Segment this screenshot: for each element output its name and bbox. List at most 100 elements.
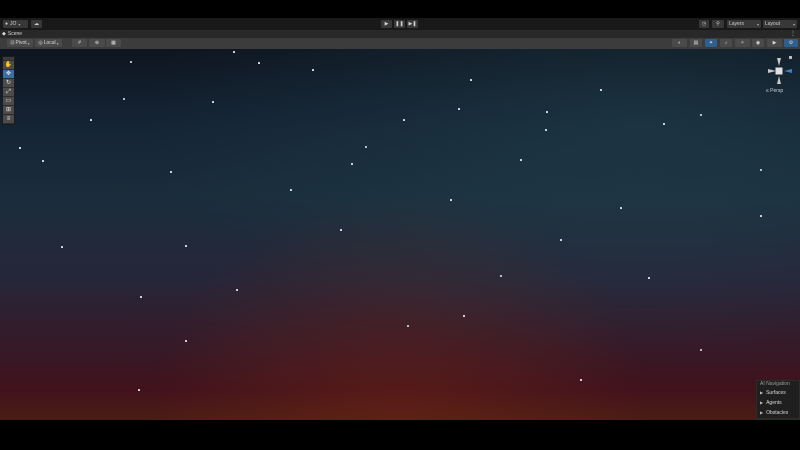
play-icon: ▶	[384, 21, 389, 27]
search-button[interactable]: ⚲	[712, 20, 724, 28]
chevron-down-icon: ▾	[18, 21, 21, 27]
local-dropdown[interactable]: ◎ Local ▾	[35, 39, 62, 47]
eye-icon: ◉	[755, 40, 761, 46]
star	[520, 159, 522, 161]
increment-snap-button[interactable]: ▦	[106, 39, 121, 47]
projection-label[interactable]: ≤ Persp	[766, 88, 783, 94]
gizmo-y-axis[interactable]	[777, 58, 781, 66]
cloud-icon: ☁	[34, 21, 39, 27]
star	[312, 69, 314, 71]
star	[546, 111, 548, 113]
layers-dropdown[interactable]: Layers ▾	[727, 20, 761, 28]
star	[340, 229, 342, 231]
ai-navigation-item-label: Obstacles	[766, 410, 789, 416]
effects-dropdown[interactable]: ✧	[735, 39, 750, 47]
scene-icon: ◆	[2, 31, 6, 37]
rotate-tool[interactable]: ↻	[3, 79, 14, 87]
account-dropdown[interactable]: ● JO ▾	[3, 20, 28, 28]
step-icon: ▶❚	[408, 21, 417, 27]
ai-navigation-title[interactable]: AI Navigation	[757, 381, 799, 388]
palette-grip[interactable]	[3, 57, 14, 60]
star	[620, 207, 622, 209]
star	[130, 61, 132, 63]
move-icon: ✥	[5, 71, 12, 77]
tab-scene[interactable]: ◆ Scene	[2, 30, 28, 38]
more-options-icon[interactable]: ⋮	[790, 30, 796, 38]
pivot-icon: ⊡	[10, 40, 15, 46]
cloud-button[interactable]: ☁	[31, 20, 42, 28]
play-button[interactable]: ▶	[381, 20, 392, 28]
star	[648, 277, 650, 279]
ai-navigation-item-label: Surfaces	[766, 390, 786, 396]
rect-tool[interactable]: ▭	[3, 97, 14, 105]
expand-arrow-icon: ▶	[760, 400, 764, 405]
history-button[interactable]: ◷	[699, 20, 709, 28]
star	[580, 379, 582, 381]
gizmo-x-axis[interactable]	[768, 69, 776, 73]
gizmo-neg-y-axis[interactable]	[777, 76, 781, 84]
2d-toggle[interactable]: ▤	[690, 39, 702, 47]
hand-tool[interactable]: ✋	[3, 61, 14, 69]
scene-toolbar: ⊡ Pivot ▾ ◎ Local ▾ # ⊕ ▦ ◐ ▤ ✦ ♪ ✧ ◉ ▶ …	[0, 38, 800, 49]
move-tool[interactable]: ✥	[3, 70, 14, 78]
ai-navigation-overlay: AI Navigation ▶ Surfaces ▶ Agents ▶ Obst…	[756, 380, 800, 419]
star	[760, 169, 762, 171]
pivot-dropdown[interactable]: ⊡ Pivot ▾	[7, 39, 33, 47]
star	[560, 239, 562, 241]
layout-label: Layout	[765, 21, 781, 27]
local-icon: ◎	[38, 40, 43, 46]
custom-tool[interactable]: ≡	[3, 115, 14, 123]
star	[290, 189, 292, 191]
star	[212, 101, 214, 103]
scene-viewport[interactable]	[0, 49, 800, 420]
gizmos-icon: ⚙	[788, 40, 794, 46]
layout-dropdown[interactable]: Layout ▾	[763, 20, 797, 28]
camera-dropdown[interactable]: ▶	[767, 39, 782, 47]
hidden-objects-toggle[interactable]: ◉	[752, 39, 764, 47]
step-button[interactable]: ▶❚	[407, 20, 418, 28]
star	[170, 171, 172, 173]
ai-navigation-item-obstacles[interactable]: ▶ Obstacles	[757, 408, 799, 418]
projection-icon: ≤	[766, 88, 769, 94]
gizmo-center[interactable]	[775, 67, 783, 75]
draw-mode-dropdown[interactable]: ◐	[672, 39, 687, 47]
audio-toggle[interactable]: ♪	[720, 39, 732, 47]
tool-palette: ✋ ✥ ↻ ⤢ ▭ ⊞ ≡	[2, 56, 15, 125]
history-icon: ◷	[701, 21, 707, 27]
star	[185, 245, 187, 247]
gizmo-lock-icon[interactable]	[789, 56, 792, 59]
ai-navigation-item-agents[interactable]: ▶ Agents	[757, 398, 799, 408]
local-label: Local	[43, 40, 56, 46]
star	[500, 275, 502, 277]
star	[258, 62, 260, 64]
gizmo-z-axis[interactable]	[784, 69, 792, 73]
scale-tool[interactable]: ⤢	[3, 88, 14, 96]
main-toolbar: ● JO ▾ ☁ ▶ ❚❚ ▶❚ ◷ ⚲ Layers ▾ Layout ▾	[0, 18, 800, 30]
expand-arrow-icon: ▶	[760, 410, 764, 415]
person-circle-icon: ●	[5, 21, 9, 27]
star	[545, 129, 547, 131]
grid-toggle[interactable]: #	[72, 39, 87, 47]
transform-tool[interactable]: ⊞	[3, 106, 14, 114]
chevron-down-icon: ▾	[756, 21, 759, 27]
star	[450, 199, 452, 201]
audio-icon: ♪	[724, 40, 728, 46]
camera-icon: ▶	[772, 40, 777, 46]
star	[90, 119, 92, 121]
lighting-toggle[interactable]: ✦	[705, 39, 717, 47]
lightbulb-icon: ✦	[708, 40, 714, 46]
pause-icon: ❚❚	[395, 21, 404, 27]
star	[700, 114, 702, 116]
2d-icon: ▤	[693, 40, 699, 46]
transform-icon: ⊞	[5, 107, 12, 113]
ai-navigation-title-text: AI Navigation	[760, 381, 790, 387]
gizmos-dropdown[interactable]: ⚙	[784, 39, 798, 47]
pause-button[interactable]: ❚❚	[394, 20, 405, 28]
letterbox-bottom	[0, 420, 800, 450]
star	[663, 123, 665, 125]
shading-icon: ◐	[677, 40, 682, 46]
ai-navigation-item-surfaces[interactable]: ▶ Surfaces	[757, 388, 799, 398]
star	[123, 98, 125, 100]
star	[233, 51, 235, 53]
snap-toggle[interactable]: ⊕	[89, 39, 105, 47]
